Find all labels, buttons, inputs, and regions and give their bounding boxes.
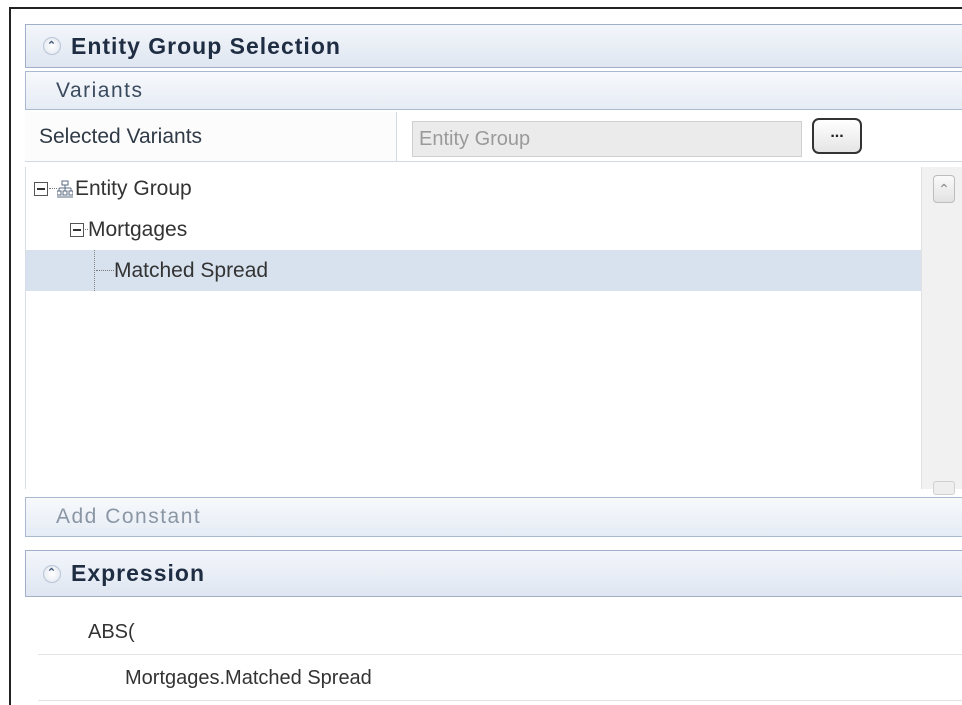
scroll-down-icon[interactable] — [933, 481, 955, 495]
hierarchy-icon — [57, 180, 73, 197]
add-constant-label: Add Constant — [56, 505, 202, 528]
section-title: Expression — [71, 560, 205, 586]
tree-item-matched-spread[interactable]: Matched Spread — [26, 250, 921, 291]
collapse-tree-icon[interactable] — [70, 222, 84, 237]
double-chevron-up-icon[interactable]: ⌃ — [43, 564, 61, 583]
selected-variants-field[interactable]: Entity Group — [412, 121, 802, 157]
browse-button[interactable]: ... — [812, 118, 862, 154]
selected-variants-label: Selected Variants — [25, 112, 397, 161]
double-chevron-up-icon[interactable]: ⌃ — [43, 37, 61, 55]
expression-text: Mortgages.Matched Spread — [125, 667, 372, 689]
vertical-scrollbar[interactable]: ⌃ — [921, 167, 962, 495]
scroll-up-icon[interactable]: ⌃ — [933, 175, 955, 203]
add-constant-header[interactable]: Add Constant — [25, 497, 962, 537]
tree-label-root: Entity Group — [75, 176, 192, 200]
section-title: Entity Group Selection — [71, 32, 341, 59]
expression-line[interactable]: Mortgages.Matched Spread — [38, 657, 962, 701]
entity-group-selection-header[interactable]: ⌃ Entity Group Selection — [25, 24, 962, 68]
selected-variants-row: Selected Variants Entity Group ... — [25, 112, 962, 162]
tree-item-entity-group[interactable]: Entity Group — [26, 168, 921, 209]
variants-header-label: Variants — [56, 78, 144, 102]
tree-label-matched-spread: Matched Spread — [114, 258, 269, 282]
variants-subheader: Variants — [25, 71, 962, 110]
tree-item-mortgages[interactable]: Mortgages — [26, 209, 921, 250]
expression-header[interactable]: ⌃ Expression — [25, 550, 962, 597]
tree-connector — [49, 188, 57, 189]
expression-line[interactable]: ABS( — [38, 611, 962, 655]
tree-connector — [96, 270, 114, 271]
collapse-tree-icon[interactable] — [34, 181, 48, 196]
variant-tree: Entity Group Mortgages Matched Spread ⌃ — [25, 167, 962, 495]
tree-label-mortgages: Mortgages — [88, 217, 188, 241]
expression-text: ABS( — [88, 621, 135, 643]
